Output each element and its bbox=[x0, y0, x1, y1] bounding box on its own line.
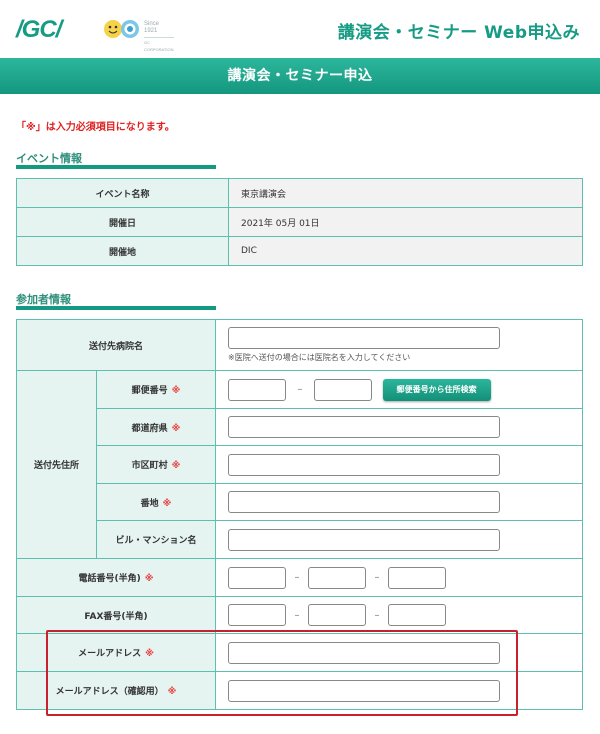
building-input[interactable] bbox=[228, 528, 501, 551]
city-label: 市区町村 ※ bbox=[95, 445, 217, 484]
prefecture-label-text: 都道府県 bbox=[131, 423, 168, 434]
address-group-label: 送付先住所 bbox=[16, 370, 97, 559]
hospital-name-label-text: 送付先病院名 bbox=[89, 341, 144, 352]
event-section-heading: イベント情報 bbox=[16, 152, 82, 165]
prefecture-label: 都道府県 ※ bbox=[95, 408, 217, 446]
phone-separator: – bbox=[294, 572, 300, 583]
city-label-text: 市区町村 bbox=[131, 461, 168, 471]
since-badge: Since 1921 GC CORPORATION bbox=[144, 21, 174, 53]
table-row: 開催地 DIC bbox=[16, 236, 583, 266]
table-row: FAX番号(半角) – – bbox=[15, 596, 584, 634]
gc-logo[interactable]: /GC/ bbox=[16, 16, 62, 44]
table-row: 開催日 2021年 05月 01日 bbox=[16, 207, 583, 237]
street-input[interactable] bbox=[228, 491, 501, 513]
fax-first-input[interactable] bbox=[228, 604, 287, 626]
hospital-name-hint: ※医院へ送付の場合には医院名を入力してください bbox=[228, 353, 411, 362]
building-label: ビル・マンション名 bbox=[95, 520, 217, 559]
phone-label-text: 電話番号(半角) bbox=[78, 574, 141, 584]
postal-code-first-input[interactable] bbox=[228, 378, 287, 401]
postal-separator: – bbox=[297, 384, 303, 395]
fax-second-input[interactable] bbox=[308, 604, 367, 626]
header-title: 講演会・セミナー Web申込み bbox=[337, 23, 580, 43]
phone-third-input[interactable] bbox=[388, 566, 447, 589]
phone-first-input[interactable] bbox=[228, 566, 287, 589]
required-mark: ※ bbox=[171, 461, 181, 471]
postal-code-label-text: 郵便番号 bbox=[131, 386, 168, 396]
table-row: 市区町村 ※ bbox=[17, 445, 584, 484]
since-text: Since 1921 bbox=[144, 21, 160, 34]
building-cell bbox=[215, 520, 584, 559]
phone-second-input[interactable] bbox=[308, 566, 367, 589]
postal-code-label: 郵便番号 ※ bbox=[95, 370, 217, 409]
required-mark: ※ bbox=[144, 574, 154, 584]
postal-code-cell: – 郵便番号から住所検索 bbox=[215, 370, 584, 409]
table-row: ビル・マンション名 bbox=[17, 520, 584, 559]
street-label: 番地 ※ bbox=[95, 483, 217, 521]
prefecture-input[interactable] bbox=[228, 416, 501, 438]
table-row: 番地 ※ bbox=[17, 483, 584, 521]
required-notice: 「※」は入力必須項目になります。 bbox=[16, 122, 175, 133]
street-label-text: 番地 bbox=[140, 498, 159, 509]
required-mark: ※ bbox=[162, 498, 172, 509]
event-venue-value: DIC bbox=[228, 236, 583, 266]
fax-separator: – bbox=[374, 609, 380, 621]
mascot-logo-icon bbox=[104, 20, 139, 38]
participant-section-underline bbox=[16, 306, 216, 310]
hospital-name-label: 送付先病院名 bbox=[15, 319, 217, 371]
fax-separator: – bbox=[294, 609, 300, 621]
postal-search-button[interactable]: 郵便番号から住所検索 bbox=[382, 378, 491, 401]
city-cell bbox=[215, 445, 584, 484]
city-input[interactable] bbox=[228, 453, 501, 476]
hospital-name-cell: ※医院へ送付の場合には医院名を入力してください bbox=[215, 319, 584, 371]
participant-section-heading: 参加者情報 bbox=[16, 293, 71, 306]
fax-cell: – – bbox=[215, 596, 584, 634]
since-subtext: GC CORPORATION bbox=[144, 37, 174, 53]
event-info-table: イベント名称 東京講演会 開催日 2021年 05月 01日 開催地 DIC bbox=[16, 178, 583, 266]
table-row: 電話番号(半角) ※ – – bbox=[15, 558, 584, 597]
phone-label: 電話番号(半角) ※ bbox=[15, 558, 217, 597]
fax-label: FAX番号(半角) bbox=[15, 596, 217, 634]
table-row: 都道府県 ※ bbox=[17, 408, 584, 446]
table-row: 送付先住所 郵便番号 ※ – 郵便番号から住所検索 bbox=[16, 370, 584, 559]
event-venue-label: 開催地 bbox=[16, 236, 229, 266]
event-section-underline bbox=[16, 165, 216, 169]
phone-separator: – bbox=[374, 572, 380, 583]
event-name-value: 東京講演会 bbox=[228, 178, 583, 208]
table-row: 送付先病院名 ※医院へ送付の場合には医院名を入力してください bbox=[15, 319, 584, 371]
site-header: /GC/ Since 1921 GC CORPORATION 講演会・セミナー … bbox=[0, 0, 600, 58]
event-date-value: 2021年 05月 01日 bbox=[228, 207, 583, 237]
prefecture-cell bbox=[215, 408, 584, 446]
required-mark: ※ bbox=[171, 386, 181, 396]
hospital-name-input[interactable] bbox=[228, 327, 501, 349]
street-cell bbox=[215, 483, 584, 521]
email-highlight-box bbox=[46, 630, 518, 716]
table-row: イベント名称 東京講演会 bbox=[16, 178, 583, 208]
phone-cell: – – bbox=[215, 558, 584, 597]
postal-code-second-input[interactable] bbox=[313, 378, 372, 401]
required-mark: ※ bbox=[171, 423, 181, 434]
page-title: 講演会・セミナー申込 bbox=[0, 58, 600, 94]
event-date-label: 開催日 bbox=[16, 207, 229, 237]
event-name-label: イベント名称 bbox=[16, 178, 229, 208]
fax-third-input[interactable] bbox=[388, 604, 447, 626]
